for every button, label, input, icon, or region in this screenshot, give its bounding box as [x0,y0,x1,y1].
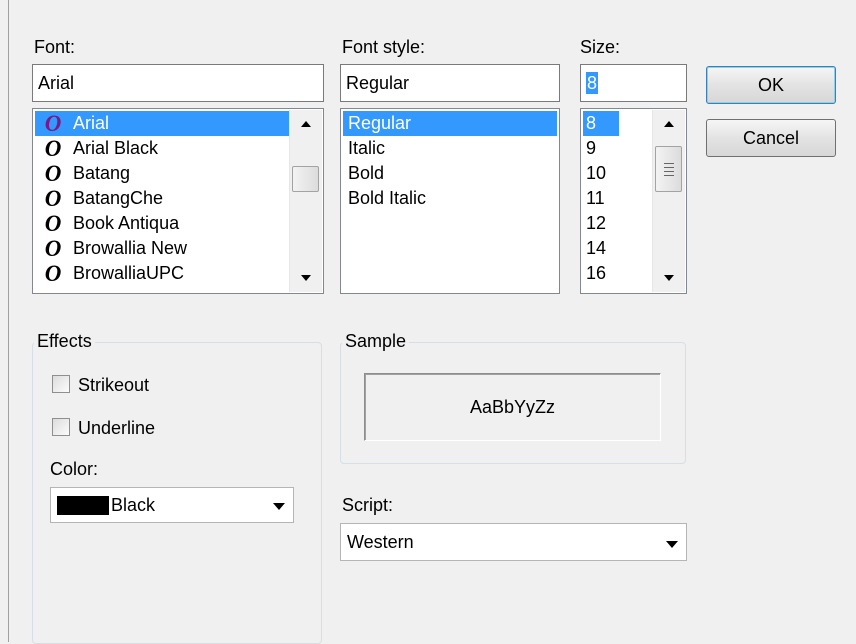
font-style-item[interactable]: Bold Italic [343,186,557,211]
font-name-value: Arial [38,73,75,93]
underline-checkbox[interactable] [52,418,70,436]
window-left-edge [0,0,9,642]
size-list-item[interactable]: 10 [583,161,643,186]
font-type-icon: O [44,261,62,286]
strikeout-checkbox[interactable] [52,375,70,393]
font-type-icon: O [44,236,62,261]
font-style-value: Regular [346,73,410,93]
size-list-item[interactable]: 14 [583,236,643,261]
scroll-thumb[interactable] [655,146,682,192]
script-select-value: Western [347,532,414,552]
font-list-item-label: BrowalliaUPC [73,263,185,283]
color-select-value: Black [111,495,156,515]
font-name-input[interactable]: Arial [32,64,324,102]
font-type-icon: O [44,186,62,211]
font-list-item[interactable]: O BatangChe [35,186,289,211]
font-style-item[interactable]: Bold [343,161,557,186]
underline-label[interactable]: Underline [78,417,155,439]
strikeout-label[interactable]: Strikeout [78,374,149,396]
font-style-label: Font style: [342,37,426,57]
scroll-up-arrow-icon[interactable] [290,110,322,140]
script-select[interactable]: Western [340,523,687,561]
font-style-list[interactable]: Regular Italic Bold Bold Italic [340,108,560,294]
thumb-grip-line [664,167,674,168]
size-list[interactable]: 8 9 10 11 12 14 16 [580,108,687,294]
scroll-down-arrow-icon[interactable] [653,262,685,292]
font-type-icon: O [44,111,62,136]
size-list-item[interactable]: 16 [583,261,643,286]
thumb-grip-line [664,175,674,176]
size-input[interactable]: 8 [580,64,687,102]
font-list-item-label: Book Antiqua [73,213,180,233]
font-list-item[interactable]: O Arial Black [35,136,289,161]
font-list-item-label: Browallia New [73,238,188,258]
color-swatch [57,496,109,515]
ok-button[interactable]: OK [706,66,836,104]
sample-group-title: Sample [342,330,410,352]
font-style-item[interactable]: Regular [343,111,557,136]
font-style-input[interactable]: Regular [340,64,560,102]
font-list-item[interactable]: O Batang [35,161,289,186]
font-list-item[interactable]: O BrowalliaUPC [35,261,289,286]
color-label: Color: [50,459,99,479]
scroll-down-arrow-icon[interactable] [290,262,322,292]
scroll-up-arrow-icon[interactable] [653,110,685,140]
font-type-icon: O [44,211,62,236]
font-style-item[interactable]: Italic [343,136,557,161]
font-list-item-label: Arial [73,113,110,133]
size-list-item[interactable]: 8 [583,111,619,136]
font-type-icon: O [44,161,62,186]
font-list[interactable]: O Arial O Arial Black O Batang O BatangC… [32,108,324,294]
sample-preview: AaBbYyZz [364,373,661,441]
font-list-item-label: Batang [73,163,131,183]
color-select[interactable]: Black [50,487,294,523]
font-list-scrollbar[interactable] [289,110,322,292]
thumb-grip-line [664,163,674,164]
size-label: Size: [580,37,621,57]
cancel-button[interactable]: Cancel [706,119,836,157]
font-list-item[interactable]: O Browallia New [35,236,289,261]
effects-group-title: Effects [34,330,95,352]
font-list-item[interactable]: O Arial [35,111,289,136]
font-type-icon: O [44,136,62,161]
font-list-item-label: Arial Black [73,138,159,158]
size-list-item[interactable]: 11 [583,186,643,211]
chevron-down-icon[interactable] [666,541,678,548]
chevron-down-icon[interactable] [273,503,285,510]
font-list-item[interactable]: O Book Antiqua [35,211,289,236]
thumb-grip-line [664,171,674,172]
window-top-edge [0,0,856,4]
size-value: 8 [586,72,599,94]
scroll-thumb[interactable] [292,166,319,192]
size-list-item[interactable]: 9 [583,136,643,161]
size-list-item[interactable]: 12 [583,211,643,236]
size-list-scrollbar[interactable] [652,110,685,292]
script-label: Script: [342,495,394,515]
font-label: Font: [34,37,76,57]
font-list-item-label: BatangChe [73,188,164,208]
